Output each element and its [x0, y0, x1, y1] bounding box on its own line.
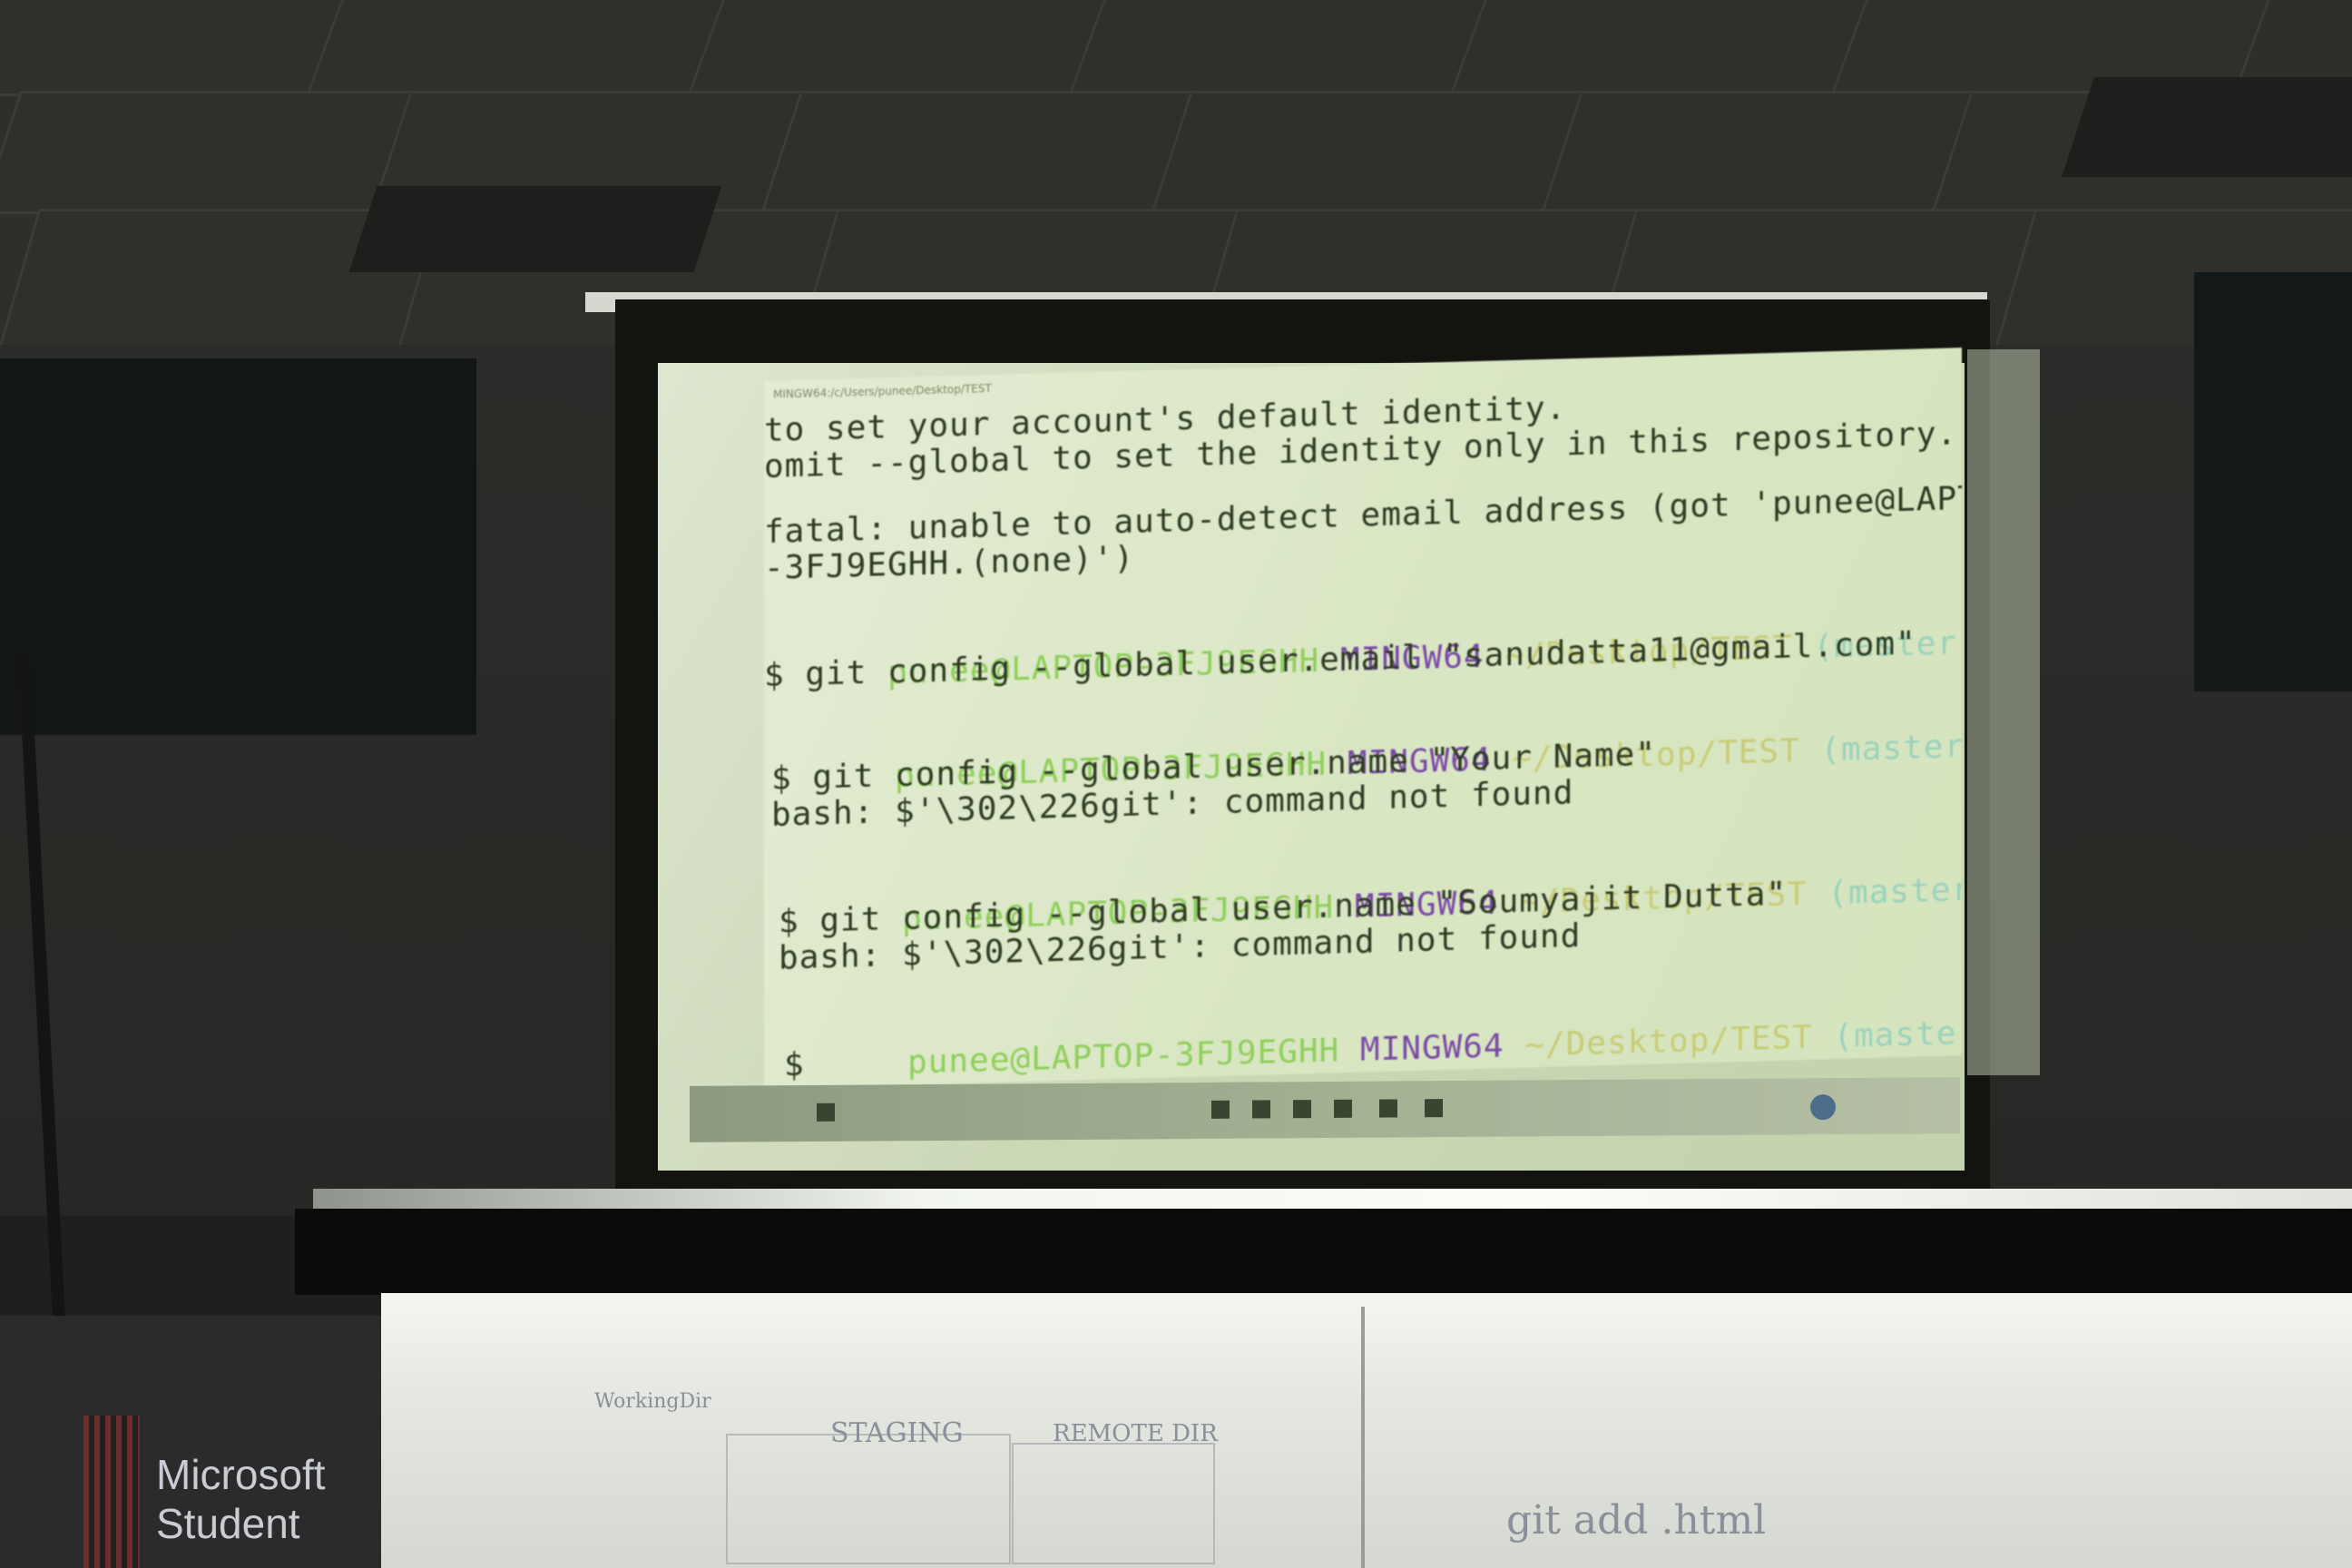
command-line: $: [784, 1045, 805, 1084]
ceiling-tile: [0, 91, 416, 214]
terminal-window: MINGW64:/c/Users/punee/Desktop/TEST to s…: [764, 348, 1962, 1090]
ceiling-tile: [687, 0, 1115, 96]
terminal-title: MINGW64:/c/Users/punee/Desktop/TEST: [773, 381, 992, 401]
tray-icon: [1810, 1094, 1836, 1121]
whiteboard-label: WorkingDir: [594, 1390, 711, 1413]
right-window: [2194, 272, 2352, 691]
taskbar-app-icon: [1293, 1100, 1311, 1119]
prompt-branch: (master): [1828, 870, 1962, 913]
taskbar-app-icon: [1211, 1100, 1230, 1119]
taskbar-app-icon: [1425, 1099, 1443, 1118]
whiteboard-label: git add .html: [1506, 1497, 1767, 1544]
prompt-user: punee@LAPTOP-3FJ9EGHH: [907, 1032, 1340, 1082]
taskbar-app-icon: [1252, 1100, 1270, 1119]
whiteboard-label: REMOTE DIR: [1053, 1420, 1218, 1447]
ceiling-tile: [760, 91, 1197, 214]
ceiling-tile: [1449, 0, 1877, 96]
ceiling-tile: [306, 0, 734, 96]
taskbar-app-icon: [1334, 1099, 1352, 1118]
screen-edge: [1967, 349, 2040, 1075]
banner-text: Microsoft Student: [156, 1450, 326, 1548]
ceiling-vent: [2062, 77, 2352, 177]
light-strip: [313, 1189, 2352, 1209]
whiteboard: [381, 1293, 2352, 1568]
prompt-branch: (master): [1833, 1014, 1962, 1056]
terminal-line: fatal: unable to auto-detect email addre…: [764, 478, 1962, 551]
banner-line: Student: [156, 1500, 300, 1547]
prompt-branch: (master): [1820, 727, 1962, 769]
whiteboard-label: STAGING: [830, 1417, 964, 1449]
banner-stripes: [83, 1416, 140, 1568]
whiteboard-box: [1012, 1443, 1215, 1564]
taskbar-app-icon: [1379, 1099, 1397, 1118]
ceiling-tile: [1540, 91, 1977, 214]
start-icon: [817, 1102, 835, 1122]
left-window: [0, 358, 476, 735]
ceiling-tile: [1068, 0, 1496, 96]
whiteboard-rail: [295, 1209, 2352, 1295]
classroom-scene: MINGW64:/c/Users/punee/Desktop/TEST to s…: [0, 0, 2352, 1568]
windows-taskbar: [690, 1077, 1960, 1142]
ceiling-vent: [348, 186, 722, 272]
ceiling-tile: [1150, 91, 1587, 214]
prompt-shell: MINGW64: [1359, 1027, 1504, 1069]
whiteboard-box: [726, 1434, 1011, 1564]
whiteboard-divider: [1361, 1307, 1365, 1568]
prompt-path: ~/Desktop/TEST: [1524, 1018, 1813, 1064]
banner-line: Microsoft: [156, 1451, 326, 1498]
